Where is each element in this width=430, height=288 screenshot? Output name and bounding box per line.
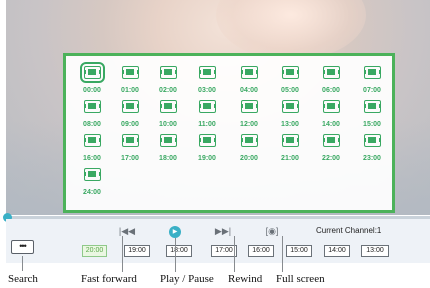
channel-tile[interactable]: 05:00 — [270, 64, 310, 94]
play-pause-icon[interactable]: ▶ — [169, 226, 181, 238]
channel-grid-panel: 00:00 01:00 02:00 03:00 04:00 05:00 06:00 07:00… — [63, 53, 395, 213]
channel-tile[interactable]: 06:00 — [311, 64, 351, 94]
channel-tile[interactable]: 09:00 — [110, 98, 150, 128]
channel-tile[interactable]: 24:00 — [72, 166, 112, 196]
camera-icon — [363, 66, 381, 79]
channel-tile[interactable]: 11:00 — [187, 98, 227, 128]
channel-tile[interactable]: 00:00 — [72, 62, 112, 94]
camera-icon — [79, 62, 105, 83]
channel-tile-label: 24:00 — [83, 189, 101, 196]
callout-line — [175, 238, 176, 272]
channel-tile[interactable]: 12:00 — [229, 98, 269, 128]
caption-search: Search — [8, 273, 38, 285]
callout-line — [282, 236, 283, 272]
camera-icon — [240, 66, 258, 79]
camera-icon — [322, 66, 340, 79]
rewind-icon[interactable]: ▶▶| — [213, 225, 233, 238]
fullscreen-icon[interactable]: [◉] — [263, 225, 281, 238]
camera-icon — [322, 100, 340, 113]
channel-tile-label: 07:00 — [363, 87, 381, 94]
caption-fast-forward: Fast forward — [81, 273, 137, 285]
camera-icon — [198, 134, 216, 147]
camera-icon — [83, 100, 101, 113]
channel-tile[interactable]: 10:00 — [148, 98, 188, 128]
camera-icon — [83, 168, 101, 181]
channel-tile[interactable]: 20:00 — [229, 132, 269, 162]
channel-tile-label: 12:00 — [240, 121, 258, 128]
channel-tile[interactable]: 15:00 — [352, 98, 392, 128]
channel-tile-label: 02:00 — [159, 87, 177, 94]
camera-icon — [121, 66, 139, 79]
caption-play-pause: Play / Pause — [160, 273, 214, 285]
camera-icon — [121, 100, 139, 113]
channel-tile-label: 17:00 — [121, 155, 139, 162]
time-button[interactable]: 18:00 — [166, 245, 192, 257]
channel-tile[interactable]: 22:00 — [311, 132, 351, 162]
channel-tile-label: 04:00 — [240, 87, 258, 94]
time-button[interactable]: 19:00 — [124, 245, 150, 257]
camera-icon — [159, 100, 177, 113]
callout-line — [22, 256, 23, 271]
camera-icon — [159, 134, 177, 147]
fast-forward-icon[interactable]: |◀◀ — [118, 225, 136, 238]
caption-rewind: Rewind — [228, 273, 263, 285]
camera-icon — [363, 134, 381, 147]
channel-tile-label: 06:00 — [322, 87, 340, 94]
channel-tile-label: 10:00 — [159, 121, 177, 128]
channel-tile[interactable]: 13:00 — [270, 98, 310, 128]
time-button[interactable]: 20:00 — [82, 245, 107, 257]
channel-tile-label: 20:00 — [240, 155, 258, 162]
camera-icon — [322, 134, 340, 147]
channel-tile-label: 09:00 — [121, 121, 139, 128]
channel-tile[interactable]: 03:00 — [187, 64, 227, 94]
time-button[interactable]: 13:00 — [361, 245, 389, 257]
channel-tile-label: 01:00 — [121, 87, 139, 94]
camera-icon — [363, 100, 381, 113]
channel-tile-label: 03:00 — [198, 87, 216, 94]
camera-icon — [281, 66, 299, 79]
channel-tile-label: 15:00 — [363, 121, 381, 128]
channel-tile-label: 18:00 — [159, 155, 177, 162]
current-channel-label: Current Channel:1 — [316, 226, 382, 235]
callout-line — [122, 236, 123, 272]
search-button[interactable]: ••• — [11, 240, 34, 254]
camera-icon — [198, 100, 216, 113]
channel-tile-label: 21:00 — [281, 155, 299, 162]
camera-icon — [198, 66, 216, 79]
channel-tile[interactable]: 17:00 — [110, 132, 150, 162]
channel-tile-label: 00:00 — [83, 87, 101, 94]
channel-tile[interactable]: 14:00 — [311, 98, 351, 128]
time-button[interactable]: 15:00 — [286, 245, 312, 257]
channel-tile[interactable]: 04:00 — [229, 64, 269, 94]
callout-line — [234, 236, 235, 272]
camera-icon — [121, 134, 139, 147]
camera-icon — [240, 100, 258, 113]
caption-full-screen: Full screen — [276, 273, 325, 285]
time-button[interactable]: 16:00 — [248, 245, 274, 257]
camera-icon — [83, 134, 101, 147]
channel-tile[interactable]: 18:00 — [148, 132, 188, 162]
camera-icon — [159, 66, 177, 79]
channel-tile-label: 22:00 — [322, 155, 340, 162]
camera-icon — [281, 100, 299, 113]
channel-tile-label: 08:00 — [83, 121, 101, 128]
channel-tile-label: 14:00 — [322, 121, 340, 128]
channel-tile[interactable]: 21:00 — [270, 132, 310, 162]
channel-tile[interactable]: 19:00 — [187, 132, 227, 162]
channel-tile-label: 11:00 — [198, 121, 216, 128]
camera-icon — [240, 134, 258, 147]
channel-tile-label: 19:00 — [198, 155, 216, 162]
channel-tile[interactable]: 07:00 — [352, 64, 392, 94]
channel-tile[interactable]: 23:00 — [352, 132, 392, 162]
channel-tile[interactable]: 16:00 — [72, 132, 112, 162]
camera-icon — [281, 134, 299, 147]
channel-tile-label: 23:00 — [363, 155, 381, 162]
channel-tile[interactable]: 02:00 — [148, 64, 188, 94]
channel-tile-label: 05:00 — [281, 87, 299, 94]
channel-tile[interactable]: 01:00 — [110, 64, 150, 94]
time-button[interactable]: 14:00 — [324, 245, 350, 257]
channel-tile-label: 16:00 — [83, 155, 101, 162]
channel-tile[interactable]: 08:00 — [72, 98, 112, 128]
channel-tile-label: 13:00 — [281, 121, 299, 128]
